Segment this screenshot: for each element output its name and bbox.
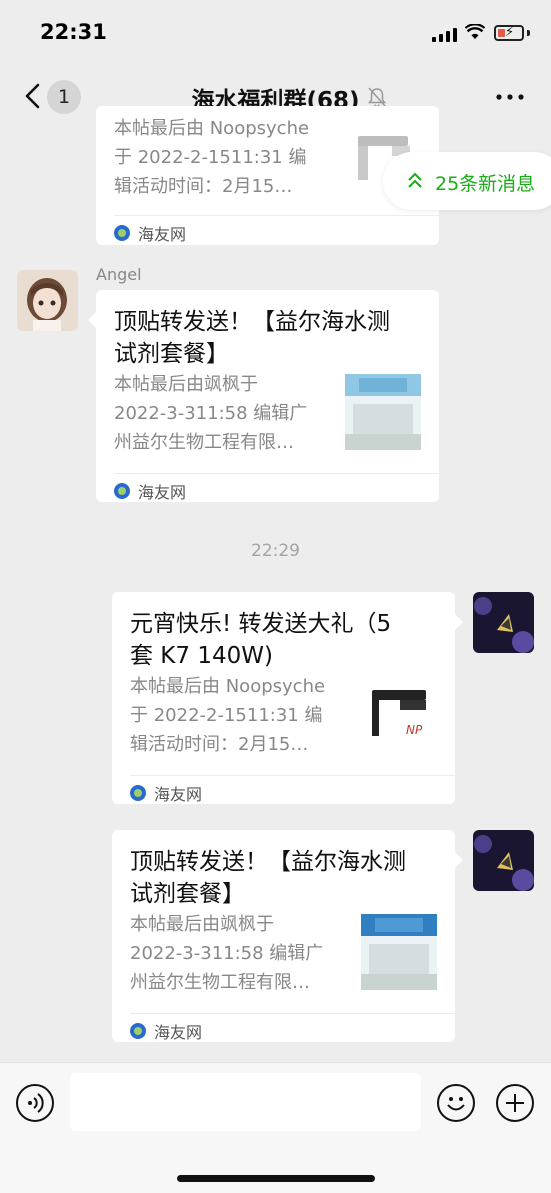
card-description: 本帖最后由 Noopsyche 于 2022-2-1511:31 编 辑活动时间… [114, 118, 310, 197]
new-messages-label: 25条新消息 [435, 173, 536, 195]
more-options-icon[interactable] [496, 94, 524, 100]
emoji-icon [447, 1097, 465, 1111]
source-logo-icon [130, 1023, 146, 1039]
source-logo-icon [114, 483, 130, 499]
mute-bell-icon [367, 87, 387, 108]
more-functions-button[interactable] [496, 1084, 534, 1122]
status-time: 22:31 [40, 20, 107, 44]
source-logo-icon [130, 785, 146, 801]
link-card[interactable]: 元宵快乐! 转发送大礼（5 套 K7 140W) 本帖最后由 Noopsyche… [112, 592, 463, 805]
double-chevron-up-icon [408, 172, 422, 188]
time-divider: 22:29 [251, 541, 300, 561]
svg-text:NP: NP [406, 723, 423, 737]
avatar-self[interactable] [473, 830, 534, 891]
avatar-angel[interactable] [17, 270, 78, 331]
sender-name: Angel [96, 265, 142, 284]
battery-icon: ⚡ [494, 25, 524, 41]
signal-icon [432, 28, 458, 42]
card-thumbnail [345, 374, 421, 450]
card-title: 元宵快乐! 转发送大礼（5 套 K7 140W) [130, 611, 392, 669]
card-description: 本帖最后由飒枫于 2022-3-311:58 编辑广 州益尔生物工程有限… [114, 374, 308, 453]
card-source: 海友网 [114, 221, 186, 245]
link-card[interactable]: 顶贴转发送！【益尔海水测 试剂套餐】 本帖最后由飒枫于 2022-3-311:5… [112, 830, 463, 1043]
card-description: 本帖最后由飒枫于 2022-3-311:58 编辑广 州益尔生物工程有限… [130, 914, 324, 993]
source-logo-icon [114, 225, 130, 241]
wifi-icon [465, 24, 485, 39]
card-source: 海友网 [114, 479, 186, 503]
card-description: 本帖最后由 Noopsyche 于 2022-2-1511:31 编 辑活动时间… [130, 676, 326, 755]
card-thumbnail [361, 914, 437, 990]
card-source: 海友网 [130, 781, 202, 805]
message-input[interactable] [70, 1073, 421, 1131]
plus-icon [506, 1094, 524, 1112]
card-source: 海友网 [130, 1019, 202, 1043]
voice-icon [28, 1093, 44, 1113]
avatar-self[interactable] [473, 592, 534, 653]
new-messages-button[interactable]: 25条新消息 [383, 152, 551, 210]
emoji-button[interactable] [437, 1084, 475, 1122]
link-card[interactable]: 顶贴转发送！【益尔海水测 试剂套餐】 本帖最后由飒枫于 2022-3-311:5… [88, 290, 439, 503]
card-title: 顶贴转发送！【益尔海水测 试剂套餐】 [130, 849, 406, 907]
card-thumbnail: NP [364, 676, 440, 752]
status-bar: 22:31 ⚡ [0, 0, 551, 62]
card-title: 顶贴转发送！【益尔海水测 试剂套餐】 [114, 309, 390, 367]
voice-input-button[interactable] [16, 1084, 54, 1122]
home-indicator[interactable] [177, 1175, 375, 1182]
input-bar [0, 1062, 551, 1193]
